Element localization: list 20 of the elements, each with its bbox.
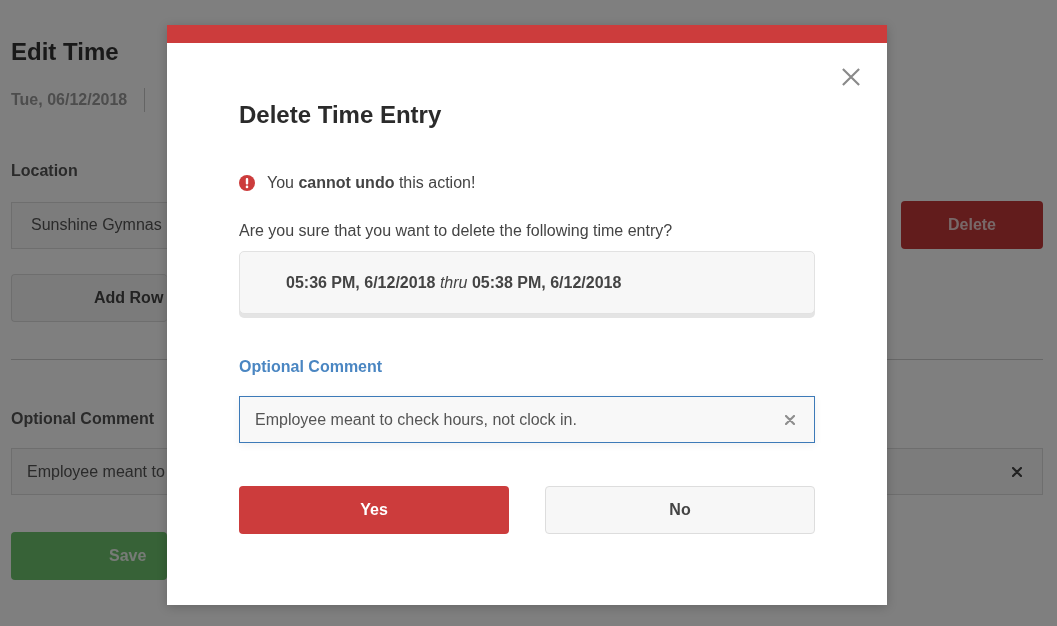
location-label: Location [11,161,78,181]
add-row-button[interactable]: Add Row [11,274,167,322]
dialog-title: Delete Time Entry [239,100,443,130]
page-title: Edit Time [11,37,119,67]
comment-field[interactable]: Employee meant to check hours, not clock in. [239,396,815,443]
warning-icon [239,175,255,191]
delete-button[interactable]: Delete [901,201,1043,249]
close-button[interactable] [842,68,860,86]
warning-text: You cannot undo this action! [267,174,476,192]
clear-icon [1012,466,1022,477]
time-entry-text: 05:36 PM, 6/12/2018 thru 05:38 PM, 6/12/2018 [286,273,622,292]
close-icon [842,68,860,86]
confirm-button[interactable]: Yes [239,486,509,534]
question-text: Are you sure that you want to delete the following time entry? [239,221,674,241]
comment-label: Optional Comment [239,357,384,377]
location-field[interactable]: Sunshine Gymnas [11,201,167,249]
comment-label: Optional Comment [11,409,155,429]
clear-icon[interactable] [785,414,795,425]
cancel-button[interactable]: No [545,486,815,534]
comment-field[interactable]: Employee meant to [11,448,167,495]
